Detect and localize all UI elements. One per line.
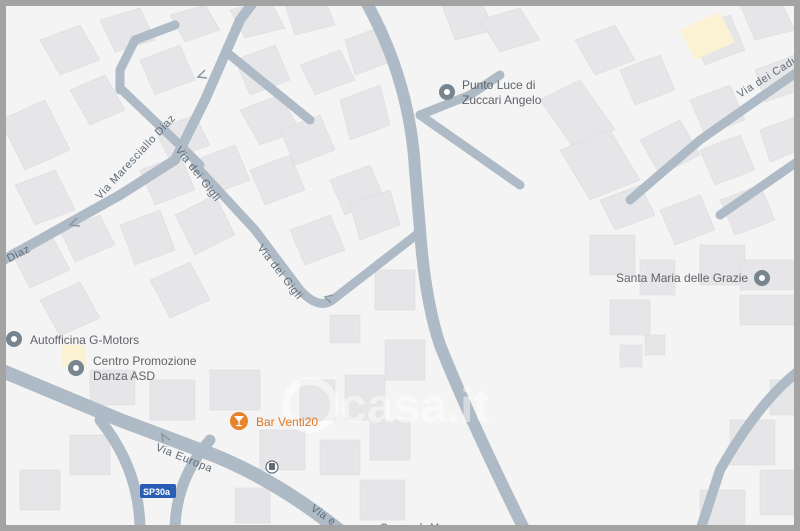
map-canvas[interactable]: Via Maresciallo Diaz o Diaz Via dei Gigl… <box>0 0 800 531</box>
location-pin-icon <box>439 84 455 100</box>
cocktail-icon <box>230 412 248 430</box>
bus-stop-icon[interactable] <box>265 460 279 474</box>
poi-punto-luce-line1: Punto Luce di <box>462 78 535 92</box>
poi-santa-maria-label: Santa Maria delle Grazie <box>616 271 748 285</box>
map-frame: Via Maresciallo Diaz o Diaz Via dei Gigl… <box>0 0 800 531</box>
poi-bar-venti20[interactable]: Bar Venti20 <box>230 412 318 430</box>
road-label-bottom-fragment: Corso d. Ma... <box>380 522 457 531</box>
location-pin-icon <box>754 270 770 286</box>
route-badge-sp30a: SP30a <box>140 484 176 498</box>
location-pin-icon <box>6 331 22 347</box>
poi-centro-line2: Danza ASD <box>93 369 155 383</box>
poi-bar-venti20-label: Bar Venti20 <box>256 415 318 429</box>
poi-centro-line1: Centro Promozione <box>93 354 197 368</box>
watermark-text: casa.it <box>340 380 489 433</box>
poi-autofficina-label: Autofficina G-Motors <box>30 333 139 347</box>
poi-punto-luce-line2: Zuccari Angelo <box>462 93 542 107</box>
location-pin-icon <box>68 360 84 376</box>
route-badge-label: SP30a <box>143 487 171 497</box>
poi-santa-maria-delle-grazie[interactable]: Santa Maria delle Grazie <box>616 270 770 286</box>
